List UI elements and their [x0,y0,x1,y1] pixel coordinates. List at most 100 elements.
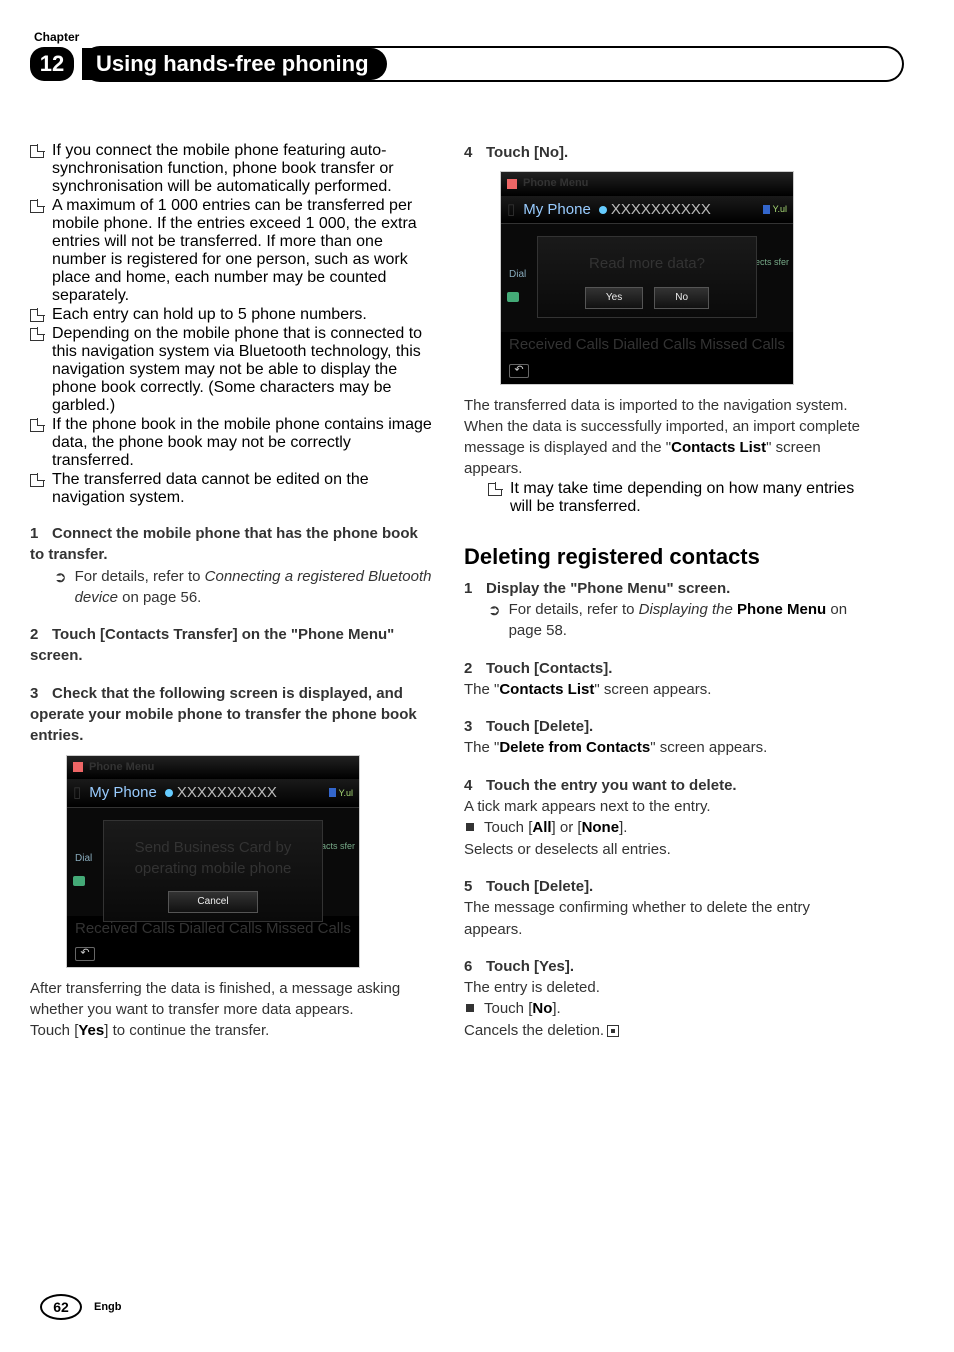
phone-icon: ▯ [507,199,515,220]
step-number: 3 [464,716,486,737]
dial-label: Dial [509,268,526,282]
status-dot-icon [165,789,173,797]
step-heading: 3Touch [Delete]. [464,716,870,737]
step-heading: 6Touch [Yes]. [464,956,870,977]
step-2: 2Touch [Contacts Transfer] on the "Phone… [30,624,436,667]
step-title: Touch [No]. [486,144,568,161]
modal-text: Read more data? [538,237,756,284]
note-text: It may take time depending on how many e… [510,480,870,516]
square-bullet-icon [466,823,474,831]
phone-name: XXXXXXXXXX [599,199,755,220]
phone-icon: ▯ [73,782,81,803]
note-text: Depending on the mobile phone that is co… [52,325,436,415]
step-title: Touch [Contacts Transfer] on the "Phone … [30,626,394,664]
bluetooth-icon [763,205,770,214]
detail-text: For details, refer to Displaying the Pho… [509,599,870,642]
modal-text: Send Business Card by operating mobile p… [104,821,322,890]
step-number: 5 [464,876,486,897]
step-heading: 2Touch [Contacts Transfer] on the "Phone… [30,624,436,667]
step-number: 4 [464,142,486,163]
step-number: 3 [30,683,52,704]
imported-text-b: When the data is successfully imported, … [464,416,870,480]
step-number: 2 [464,658,486,679]
step-title: Connect the mobile phone that has the ph… [30,525,418,563]
step-heading: 5Touch [Delete]. [464,876,870,897]
option-text: Touch [All] or [None]. [484,817,627,838]
window-title: Phone Menu [89,760,154,776]
step-body: The "Delete from Contacts" screen appear… [464,737,870,758]
modal-dialog: Send Business Card by operating mobile p… [103,820,323,923]
call-icon [507,292,519,302]
delete-step-1: 1Display the "Phone Menu" screen. ➲ For … [464,578,870,642]
step-body: The "Contacts List" screen appears. [464,679,870,700]
cancel-button[interactable]: Cancel [168,891,257,913]
dial-label: Dial [75,852,92,866]
step-number: 6 [464,956,486,977]
list-item: The transferred data cannot be edited on… [30,471,436,507]
my-phone-label: My Phone [523,199,591,220]
section-heading: Deleting registered contacts [464,544,870,570]
list-item: If you connect the mobile phone featurin… [30,142,436,196]
phone-name: XXXXXXXXXX [165,782,321,803]
detail-item: ➲ For details, refer to Connecting a reg… [30,566,436,609]
notes-list: It may take time depending on how many e… [464,480,870,516]
step-body: A tick mark appears next to the entry. [464,796,870,817]
ss-back-row: ↶ [501,362,793,384]
end-of-section-icon [607,1025,619,1037]
status-dot-icon [599,206,607,214]
detail-item: ➲ For details, refer to Displaying the P… [464,599,870,642]
footer-tab: Dialled Calls [613,334,696,355]
step-title: Touch [Delete]. [486,878,593,895]
window-title: Phone Menu [523,176,588,192]
ss-body: Dial acts sfer Send Business Card by ope… [67,808,359,916]
step-1: 1Connect the mobile phone that has the p… [30,523,436,608]
option-item: Touch [No]. [464,998,870,1019]
chapter-title-pill: Using hands-free phoning [82,46,904,82]
step-heading: 4Touch [No]. [464,142,870,163]
step-heading: 3Check that the following screen is disp… [30,683,436,747]
square-bullet-icon [466,1004,474,1012]
back-button[interactable]: ↶ [509,364,529,378]
step-title: Check that the following screen is displ… [30,685,417,745]
ss-info-row: ▯ My Phone XXXXXXXXXX Y.ul [501,196,793,224]
step-title: Display the "Phone Menu" screen. [486,580,730,597]
phone-menu-screenshot-1: Phone Menu ▯ My Phone XXXXXXXXXX Y.ul Di… [66,755,360,968]
left-column: If you connect the mobile phone featurin… [30,142,436,1042]
ss-info-row: ▯ My Phone XXXXXXXXXX Y.ul [67,779,359,807]
pointer-icon: ➲ [54,567,67,609]
back-button[interactable]: ↶ [75,947,95,961]
note-text: If the phone book in the mobile phone co… [52,416,436,470]
after-transfer-text: After transferring the data is finished,… [30,978,436,1021]
no-button[interactable]: No [654,287,709,309]
page-number: 62 [40,1294,82,1320]
note-text: If you connect the mobile phone featurin… [52,142,436,196]
note-text: Each entry can hold up to 5 phone number… [52,306,367,324]
touch-yes-text: Touch [Yes] to continue the transfer. [30,1020,436,1041]
note-icon [30,309,44,322]
note-icon [30,328,44,341]
footer-tab: Received Calls [509,334,609,355]
step-number: 2 [30,624,52,645]
step-title: Touch [Delete]. [486,718,593,735]
chapter-header: 12 Using hands-free phoning [30,46,904,82]
list-item: If the phone book in the mobile phone co… [30,416,436,470]
option-item: Touch [All] or [None]. [464,817,870,838]
list-item: It may take time depending on how many e… [488,480,870,516]
option-explain: Selects or deselects all entries. [464,839,870,860]
yes-button[interactable]: Yes [585,287,643,309]
phone-menu-screenshot-2: Phone Menu ▯ My Phone XXXXXXXXXX Y.ul Di… [500,171,794,384]
ss-body: Dial ects sfer Read more data? Yes No [501,224,793,332]
app-icon [73,762,83,772]
ss-footer: Received Calls Dialled Calls Missed Call… [501,332,793,361]
note-text: The transferred data cannot be edited on… [52,471,436,507]
signal-indicator: Y.ul [763,203,787,216]
my-phone-label: My Phone [89,782,157,803]
notes-list: If you connect the mobile phone featurin… [30,142,436,507]
pointer-icon: ➲ [488,600,501,642]
step-number: 1 [464,578,486,599]
language-label: Engb [94,1301,122,1313]
bluetooth-icon [329,788,336,797]
list-item: A maximum of 1 000 entries can be transf… [30,197,436,305]
step-heading: 2Touch [Contacts]. [464,658,870,679]
note-icon [30,474,44,487]
